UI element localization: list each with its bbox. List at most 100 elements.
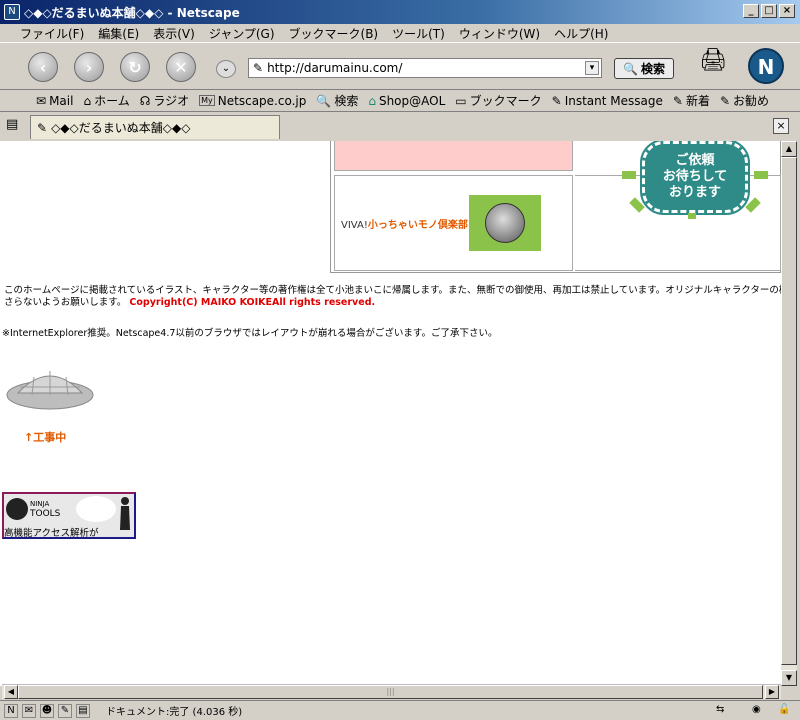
new-tab-icon[interactable]: ▤ [6,117,24,135]
bookmark-home[interactable]: ⌂ ホーム [83,92,129,109]
menu-file[interactable]: ファイル(F) [20,25,84,42]
scroll-left-button[interactable]: ◀ [4,685,18,699]
construction-label: ↑工事中 [24,431,67,444]
bookmark-shop[interactable]: ⌂ Shop@AOL [368,94,445,108]
composer-icon[interactable]: ✎ [58,703,72,718]
url-history-dropdown[interactable]: ▾ [585,61,599,75]
magnifier-icon: 🔍 [316,93,332,108]
printer-icon: 🖨 [699,48,727,73]
reload-icon: ↻ [128,57,142,77]
lock-icon[interactable]: 🔓 [778,704,790,715]
menu-tools[interactable]: ツール(T) [392,25,445,42]
instant-message-icon[interactable]: ☻ [40,703,54,718]
title-bar: N ◇◆◇だるまいぬ本舗◇◆◇ - Netscape _ □ × [0,0,800,24]
forward-arrow-icon: › [85,57,93,77]
vertical-scrollbar[interactable]: ▲ ▼ [781,141,797,686]
banner-image[interactable] [469,195,541,251]
status-bar: N ✉ ☻ ✎ ▤ ドキュメント:完了 (4.036 秒) ⇆ ◉ 🔓 [0,700,800,720]
pink-cell [334,141,573,171]
tab-title: ◇◆◇だるまいぬ本舗◇◆◇ [51,121,191,135]
bookmark-link-icon: ✎ [672,93,683,108]
close-button[interactable]: × [779,4,795,18]
bookmark-instant-message[interactable]: ✎ Instant Message [552,94,663,108]
horizontal-scroll-thumb[interactable]: ||| [18,685,763,699]
stop-x-icon: ✕ [174,57,188,77]
bookmark-mail[interactable]: ✉ Mail [36,94,73,108]
print-button[interactable]: 🖨 [698,48,728,78]
search-button-label: 検索 [640,62,665,76]
bookmarks-folder[interactable]: ▭ ブックマーク [455,92,541,109]
badge-ray-left [622,171,636,179]
page-content: VIVA!小っちゃいモノ倶楽部 ご依頼 お待ちして おります このホームページに… [0,141,781,686]
vertical-scroll-thumb[interactable] [781,157,797,665]
search-icon: 🔍 [623,61,638,76]
maximize-button[interactable]: □ [761,4,777,18]
stop-button[interactable]: ✕ [166,52,196,82]
ninja-speech-bubble [76,496,116,522]
menu-view[interactable]: 表示(V) [153,25,195,42]
scroll-right-button[interactable]: ▶ [765,685,779,699]
navigator-icon[interactable]: N [4,703,18,718]
banner-prefix: VIVA! [341,220,368,231]
reload-button[interactable]: ↻ [120,52,150,82]
menu-bar: ファイル(F) 編集(E) 表示(V) ジャンプ(G) ブックマーク(B) ツー… [0,24,800,42]
construction-dome-icon [6,371,94,410]
my-netscape-icon: My [199,95,215,106]
url-dropdown-button[interactable]: ⌄ [216,60,236,78]
copyright-line-1: このホームページに掲載されているイラスト、キャラクター等の著作権は全て小池まいこ… [4,285,781,296]
online-status-icon: ⇆ [716,704,725,715]
tab-page-icon: ✎ [37,120,48,135]
bookmark-link-icon: ✎ [551,93,562,108]
home-icon: ⌂ [83,93,92,108]
ninja-figure-icon [118,496,132,532]
badge-line-1: ご依頼 [675,153,715,168]
bookmark-search[interactable]: 🔍 検索 [316,92,358,109]
minimize-button[interactable]: _ [743,4,759,18]
page-proxy-icon: ✎ [253,61,264,75]
back-button[interactable]: ‹ [28,52,58,82]
menu-window[interactable]: ウィンドウ(W) [459,25,540,42]
bookmark-radio[interactable]: ☊ ラジオ [140,92,189,109]
bookmark-new[interactable]: ✎ 新着 [673,92,710,109]
url-text: http://darumainu.com/ [267,61,403,75]
badge-ray-bottom-right [745,197,761,213]
browser-note: ※InternetExplorer推奨。Netscape4.7以前のブラウザでは… [2,328,498,339]
shop-icon: ⌂ [368,93,376,108]
menu-edit[interactable]: 編集(E) [98,25,139,42]
url-bar[interactable]: ✎ http://darumainu.com/ ▾ [248,58,602,78]
personal-toolbar: ✉ Mail ⌂ ホーム ☊ ラジオ My Netscape.co.jp 🔍 検索 ⌂ Sh… [0,90,800,112]
window-title: ◇◆◇だるまいぬ本舗◇◆◇ - Netscape [24,5,240,20]
bookmark-link-icon: ✎ [719,93,731,108]
badge-shape: ご依頼 お待ちして おります [640,141,750,215]
badge-line-2: お待ちして [662,169,728,184]
badge-line-3: おります [668,185,721,200]
tab-bar: ▤ ✎ ◇◆◇だるまいぬ本舗◇◆◇ × [0,113,800,140]
folder-icon: ▭ [455,93,467,108]
close-tab-button[interactable]: × [773,118,789,134]
bookmark-recommended[interactable]: ✎ お勧め [720,92,769,109]
ninja-label-2: TOOLS [30,509,61,519]
menu-go[interactable]: ジャンプ(G) [209,25,275,42]
mail-icon[interactable]: ✉ [22,703,36,718]
ninja-caption: 高機能アクセス解析が [4,528,99,539]
menu-help[interactable]: ヘルプ(H) [554,25,608,42]
club-banner-link[interactable]: VIVA!小っちゃいモノ倶楽部 [341,216,468,231]
scroll-up-button[interactable]: ▲ [781,141,797,157]
back-arrow-icon: ‹ [39,57,47,77]
security-eye-icon: ◉ [752,704,761,715]
horizontal-scrollbar[interactable]: ◀ ||| ▶ [2,684,781,699]
ninja-tools-banner[interactable]: NINJA TOOLS 高機能アクセス解析が [2,492,136,539]
address-book-icon[interactable]: ▤ [76,703,90,718]
netscape-logo[interactable]: N [748,48,784,84]
forward-button[interactable]: › [74,52,104,82]
copyright-line-2: さらないようお願いします。 [4,297,127,308]
badge-ray-right [754,171,768,179]
menu-bookmarks[interactable]: ブックマーク(B) [289,25,379,42]
search-button[interactable]: 🔍 検索 [614,58,674,79]
netscape-app-icon: N [4,4,20,20]
tab-active[interactable]: ✎ ◇◆◇だるまいぬ本舗◇◆◇ [30,115,280,139]
ninja-logo-icon [6,498,28,520]
bookmark-netscape[interactable]: My Netscape.co.jp [199,94,306,108]
request-badge[interactable]: ご依頼 お待ちして おります [622,141,768,219]
scroll-down-button[interactable]: ▼ [781,670,797,686]
